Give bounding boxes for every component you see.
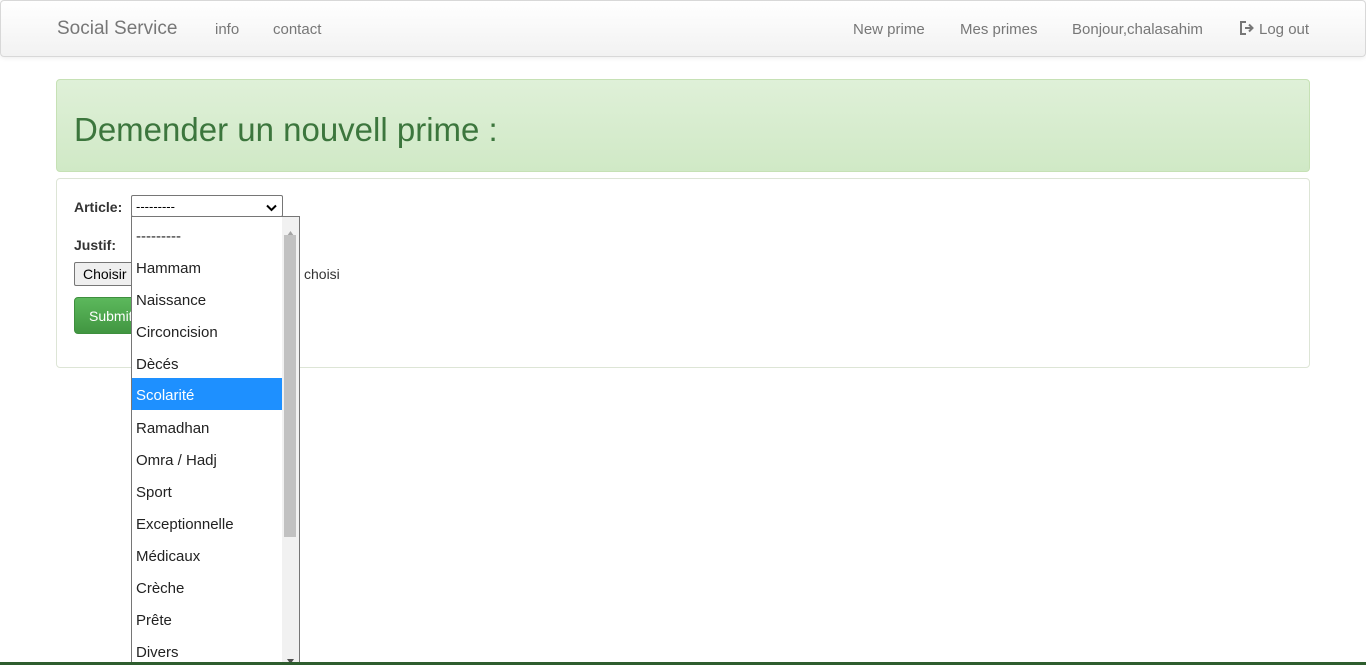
article-dropdown-list[interactable]: --------- Hammam Naissance Circoncision … [131,216,300,665]
nav-link-mes-primes[interactable]: Mes primes [960,21,1038,38]
dropdown-option[interactable]: Médicaux [132,539,283,571]
article-label: Article: [74,199,123,215]
page-header-banner: Demender un nouvell prime : [56,79,1310,172]
nav-link-contact[interactable]: contact [273,21,321,38]
navbar: Social Service info contact New prime Me… [0,0,1366,57]
nav-link-info[interactable]: info [215,21,239,38]
dropdown-scrollbar[interactable] [282,217,299,664]
justif-label: Justif: [74,237,116,253]
nav-link-logout[interactable]: Log out [1240,21,1309,38]
dropdown-option[interactable]: Omra / Hadj [132,443,283,475]
page-title: Demender un nouvell prime : [74,111,498,148]
dropdown-option-highlighted[interactable]: Scolarité [132,378,283,410]
scrollbar-thumb[interactable] [284,235,296,537]
chevron-down-icon [266,200,277,215]
brand-link[interactable]: Social Service [57,18,177,40]
dropdown-option[interactable]: Naissance [132,283,283,315]
article-select[interactable]: --------- [131,195,283,217]
nav-link-new-prime[interactable]: New prime [853,21,925,38]
dropdown-option[interactable]: Divers [132,635,283,664]
dropdown-option[interactable]: Circoncision [132,315,283,347]
logout-label: Log out [1259,21,1310,38]
dropdown-option[interactable]: Ramadhan [132,411,283,443]
dropdown-option[interactable]: Crèche [132,571,283,603]
dropdown-option[interactable]: Dècés [132,347,283,379]
nav-user-greeting[interactable]: Bonjour,chalasahim [1072,21,1203,38]
log-out-icon [1240,21,1254,35]
dropdown-option[interactable]: Exceptionnelle [132,507,283,539]
dropdown-option[interactable]: --------- [132,219,283,251]
dropdown-option[interactable]: Hammam [132,251,283,283]
dropdown-option[interactable]: Prête [132,603,283,635]
article-select-value: --------- [136,199,175,214]
file-status-text: choisi [304,266,340,282]
dropdown-option[interactable]: Sport [132,475,283,507]
